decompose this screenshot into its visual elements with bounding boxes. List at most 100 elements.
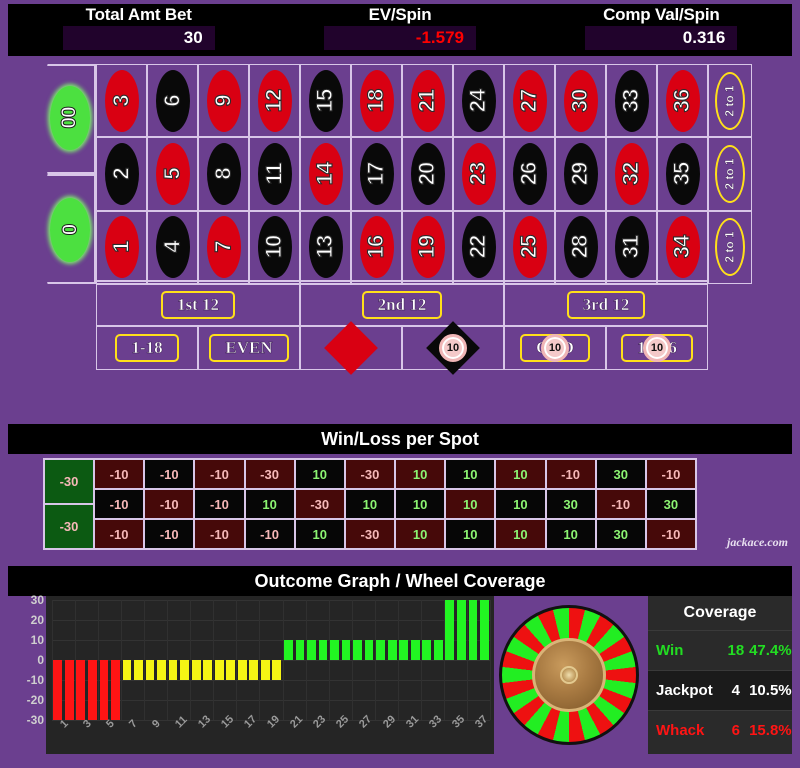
number-oval: 16 xyxy=(359,216,394,279)
even-money-bet-red[interactable] xyxy=(300,321,402,375)
bet-spot-9[interactable]: 9 xyxy=(198,64,249,138)
chart-bar xyxy=(237,660,247,680)
bet-spot-32[interactable]: 32 xyxy=(606,137,657,211)
stat-value-box: 30 xyxy=(62,26,215,50)
even-money-bet-even[interactable]: EVEN xyxy=(198,326,300,370)
win-loss-cell-24: 10 xyxy=(446,460,495,488)
bet-spot-33[interactable]: 33 xyxy=(606,64,657,138)
win-loss-section: Win/Loss per Spot -30 -30 -10 -10 -10 -30 10-… xyxy=(8,424,792,552)
coverage-percent: 10.5% xyxy=(749,682,792,699)
stats-header: Total Amt Bet 30 EV/Spin -1.579 Comp Val… xyxy=(8,4,792,56)
column-bet-label: 2 to 1 xyxy=(723,158,737,190)
column-bet-3[interactable]: 2 to 1 xyxy=(708,210,752,284)
bet-spot-5[interactable]: 5 xyxy=(147,137,198,211)
bet-spot-15[interactable]: 15 xyxy=(300,64,351,138)
number-oval: 2 xyxy=(104,142,139,205)
bet-spot-4[interactable]: 4 xyxy=(147,210,198,284)
number-oval: 28 xyxy=(563,216,598,279)
chart-bar xyxy=(272,660,282,680)
bet-spot-36[interactable]: 36 xyxy=(657,64,708,138)
stat-value: 0.316 xyxy=(682,28,726,47)
coverage-row-whack: Whack 6 15.8% xyxy=(648,710,792,750)
column-bet-ring: 2 to 1 xyxy=(715,218,745,277)
bet-spot-8[interactable]: 8 xyxy=(198,137,249,211)
wheel-hub-pin xyxy=(560,666,578,684)
dozen-bet-2[interactable]: 2nd 12 xyxy=(300,284,504,326)
bet-spot-7[interactable]: 7 xyxy=(198,210,249,284)
bet-spot-3[interactable]: 3 xyxy=(96,64,147,138)
number-oval: 33 xyxy=(614,69,649,132)
bet-spot-17[interactable]: 17 xyxy=(351,137,402,211)
dozen-bet-label: 1st 12 xyxy=(160,291,236,319)
even-money-bet-19-36[interactable]: 19-3610 xyxy=(606,326,708,370)
win-loss-cell-18: -30 xyxy=(345,460,394,488)
bet-spot-00[interactable]: 00 xyxy=(50,86,90,150)
bet-spot-34[interactable]: 34 xyxy=(657,210,708,284)
bet-spot-30[interactable]: 30 xyxy=(555,64,606,138)
chart-bar-slot xyxy=(479,600,491,720)
red-diamond-icon xyxy=(324,321,378,375)
zero-bets-group: 00 0 xyxy=(34,64,96,284)
column-bet-1[interactable]: 2 to 1 xyxy=(708,64,752,138)
chart-bar-slot xyxy=(329,600,341,720)
dozen-bet-3[interactable]: 3rd 12 xyxy=(504,284,708,326)
coverage-name: Win xyxy=(656,642,684,659)
number-oval: 26 xyxy=(512,142,547,205)
bet-spot-23[interactable]: 23 xyxy=(453,137,504,211)
bet-spot-25[interactable]: 25 xyxy=(504,210,555,284)
win-loss-cell-2: -10 xyxy=(95,490,144,518)
bet-spot-24[interactable]: 24 xyxy=(453,64,504,138)
dozen-bet-1[interactable]: 1st 12 xyxy=(96,284,300,326)
dozen-bet-label: 2nd 12 xyxy=(361,291,443,319)
bet-spot-label: 26 xyxy=(516,162,542,186)
chart-bar-slot xyxy=(409,600,421,720)
bet-spot-27[interactable]: 27 xyxy=(504,64,555,138)
even-money-bet-odd[interactable]: ODD10 xyxy=(504,326,606,370)
bet-spot-16[interactable]: 16 xyxy=(351,210,402,284)
bet-chip[interactable]: 10 xyxy=(643,334,671,362)
column-bet-2[interactable]: 2 to 1 xyxy=(708,137,752,211)
bet-spot-2[interactable]: 2 xyxy=(96,137,147,211)
bet-chip[interactable]: 10 xyxy=(541,334,569,362)
bet-spot-26[interactable]: 26 xyxy=(504,137,555,211)
bet-spot-28[interactable]: 28 xyxy=(555,210,606,284)
bet-spot-31[interactable]: 31 xyxy=(606,210,657,284)
even-money-bet-1-18[interactable]: 1-18 xyxy=(96,326,198,370)
bet-spot-20[interactable]: 20 xyxy=(402,137,453,211)
bet-spot-35[interactable]: 35 xyxy=(657,137,708,211)
bet-spot-1[interactable]: 1 xyxy=(96,210,147,284)
bet-spot-18[interactable]: 18 xyxy=(351,64,402,138)
bet-spot-0[interactable]: 0 xyxy=(50,198,90,262)
bet-spot-label: 28 xyxy=(567,236,593,260)
coverage-name: Jackpot xyxy=(656,682,713,699)
bet-spot-label: 8 xyxy=(210,168,236,180)
y-tick-label: -20 xyxy=(26,693,44,707)
bet-spot-22[interactable]: 22 xyxy=(453,210,504,284)
chart-bar-slot xyxy=(467,600,479,720)
bet-spot-13[interactable]: 13 xyxy=(300,210,351,284)
bet-spot-29[interactable]: 29 xyxy=(555,137,606,211)
chart-bar xyxy=(399,640,409,660)
win-loss-cell-29: 30 xyxy=(546,490,595,518)
bet-spot-label: 13 xyxy=(312,236,338,260)
bet-spot-label: 3 xyxy=(108,94,134,107)
chart-bar xyxy=(168,660,178,680)
bet-spot-14[interactable]: 14 xyxy=(300,137,351,211)
bet-spot-6[interactable]: 6 xyxy=(147,64,198,138)
bet-spot-label: 23 xyxy=(465,162,491,186)
chart-bar xyxy=(330,640,339,660)
win-loss-grid: -10 -10 -10 -30 10 -30 10 10 10 -10 30 -10 -10 -10 -10… xyxy=(95,460,695,548)
bet-spot-10[interactable]: 10 xyxy=(249,210,300,284)
chart-bar-slot xyxy=(248,600,260,720)
bet-spot-11[interactable]: 11 xyxy=(249,137,300,211)
bet-spot-21[interactable]: 21 xyxy=(402,64,453,138)
number-oval: 24 xyxy=(461,69,496,132)
bet-spot-label: 6 xyxy=(159,94,185,107)
bet-chip[interactable]: 10 xyxy=(439,334,467,362)
chart-bar-slot xyxy=(190,600,202,720)
x-tick: 7 xyxy=(127,718,140,734)
bet-spot-12[interactable]: 12 xyxy=(249,64,300,138)
even-money-bet-black[interactable]: 10 xyxy=(402,321,504,375)
stat-comp-val-per-spin: Comp Val/Spin 0.316 xyxy=(531,4,792,56)
bet-spot-19[interactable]: 19 xyxy=(402,210,453,284)
